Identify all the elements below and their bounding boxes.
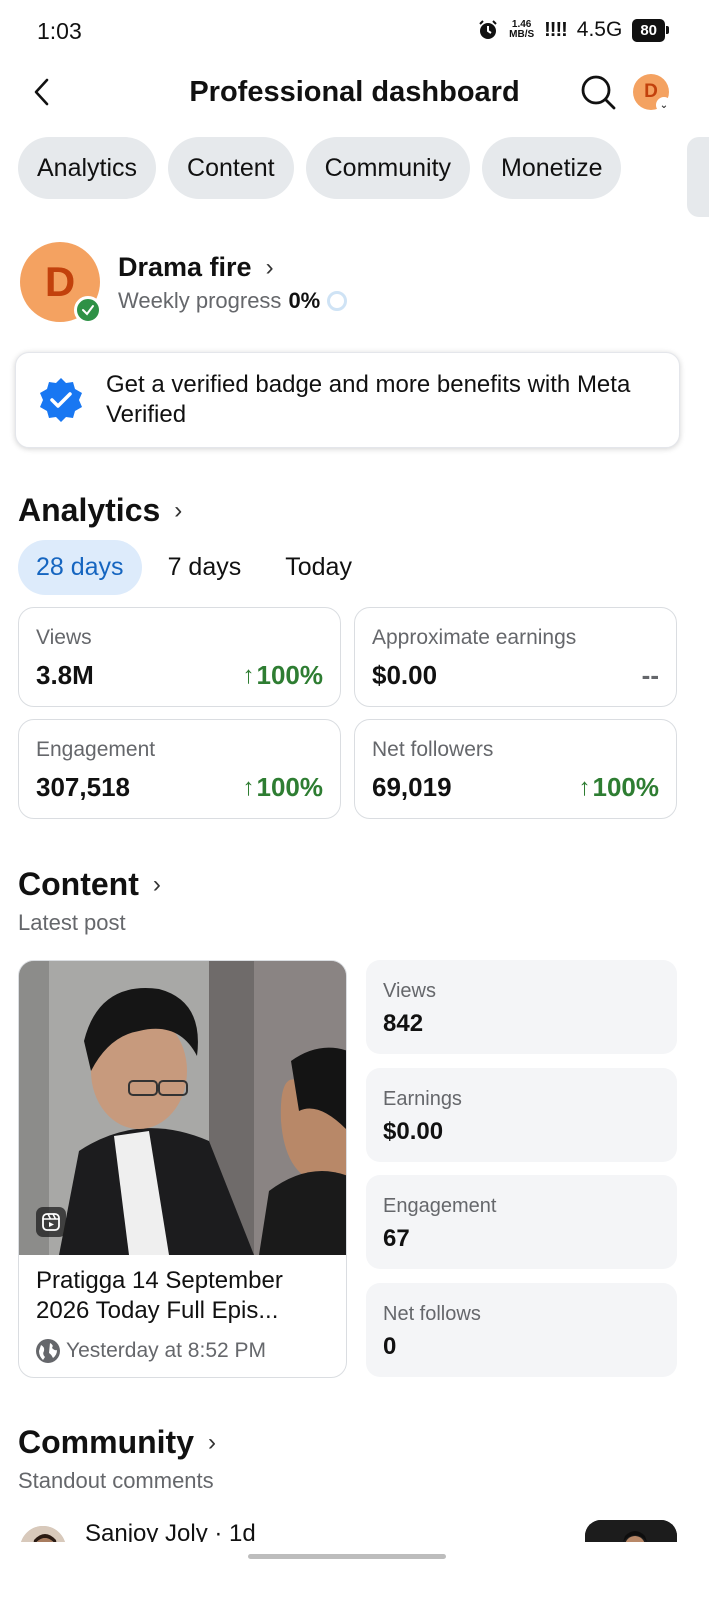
signal-icon: !!!! bbox=[544, 18, 568, 41]
latest-post-card[interactable]: Pratigga 14 September 2026 Today Full Ep… bbox=[18, 960, 347, 1378]
network-type: 4.5G bbox=[576, 18, 623, 41]
chevron-right-icon: › bbox=[265, 253, 274, 281]
tab-overflow-edge[interactable] bbox=[687, 137, 709, 217]
change-indicator: ↑ 100% bbox=[242, 660, 324, 690]
change-indicator: ↑ 100% bbox=[242, 772, 324, 802]
period-7-days[interactable]: 7 days bbox=[150, 540, 260, 595]
tab-analytics[interactable]: Analytics bbox=[18, 137, 157, 199]
post-title: Pratigga 14 September 2026 Today Full Ep… bbox=[36, 1267, 283, 1324]
battery-icon: 80 bbox=[632, 18, 669, 42]
tab-content[interactable]: Content bbox=[168, 137, 294, 199]
tab-community[interactable]: Community bbox=[305, 137, 471, 199]
profile-name[interactable]: Drama fire › bbox=[118, 252, 274, 283]
chevron-right-icon: › bbox=[208, 1428, 216, 1456]
reel-icon bbox=[36, 1207, 66, 1237]
content-subtitle: Latest post bbox=[18, 910, 126, 935]
tab-monetize[interactable]: Monetize bbox=[482, 137, 622, 199]
search-button[interactable] bbox=[578, 72, 618, 112]
profile-switcher-avatar[interactable]: D ⌄ bbox=[633, 74, 672, 113]
verified-badge-icon bbox=[40, 378, 82, 422]
alarm-icon bbox=[479, 20, 497, 39]
post-thumbnail bbox=[19, 961, 346, 1255]
meta-verified-text: Get a verified badge and more benefits w… bbox=[106, 371, 631, 428]
post-stat-views: Views 842 bbox=[366, 960, 677, 1054]
weekly-progress: Weekly progress 0% bbox=[118, 288, 348, 314]
period-selector: 28 days 7 days Today bbox=[18, 540, 370, 595]
profile-summary[interactable]: D Drama fire › Weekly progress 0% bbox=[20, 242, 680, 324]
arrow-up-icon: ↑ bbox=[578, 773, 591, 801]
arrow-up-icon: ↑ bbox=[242, 773, 255, 801]
period-today[interactable]: Today bbox=[267, 540, 370, 595]
post-stat-engagement: Engagement 67 bbox=[366, 1175, 677, 1269]
status-bar: 1:03 1.46 MB/S !!!! 4.5G 80 bbox=[0, 0, 709, 64]
post-stat-earnings: Earnings $0.00 bbox=[366, 1068, 677, 1162]
community-section-title[interactable]: Community › bbox=[18, 1424, 216, 1461]
chevron-right-icon: › bbox=[152, 870, 161, 898]
checkmark-icon bbox=[74, 296, 102, 324]
status-icons: 1.46 MB/S !!!! 4.5G 80 bbox=[477, 18, 669, 42]
globe-icon bbox=[36, 1339, 60, 1363]
change-indicator: ↑ 100% bbox=[578, 772, 660, 802]
meta-verified-card[interactable]: Get a verified badge and more benefits w… bbox=[15, 352, 680, 448]
arrow-up-icon: ↑ bbox=[242, 661, 255, 689]
progress-ring-icon bbox=[327, 291, 348, 311]
home-indicator[interactable] bbox=[248, 1554, 446, 1559]
post-meta: Yesterday at 8:52 PM bbox=[36, 1339, 266, 1363]
chevron-right-icon: › bbox=[174, 496, 183, 524]
app-header: Professional dashboard D ⌄ bbox=[0, 64, 709, 124]
period-28-days[interactable]: 28 days bbox=[18, 540, 142, 595]
dashboard-tabs: Analytics Content Community Monetize bbox=[18, 137, 622, 199]
network-speed: 1.46 MB/S bbox=[509, 19, 535, 40]
bottom-safe-area bbox=[0, 1542, 709, 1600]
stat-card-engagement[interactable]: Engagement 307,518 ↑ 100% bbox=[18, 719, 341, 819]
stat-card-views[interactable]: Views 3.8M ↑ 100% bbox=[18, 607, 341, 707]
chevron-down-icon: ⌄ bbox=[656, 97, 672, 113]
post-stat-net-follows: Net follows 0 bbox=[366, 1283, 677, 1377]
content-section-title[interactable]: Content › bbox=[18, 866, 161, 903]
community-subtitle: Standout comments bbox=[18, 1468, 214, 1493]
analytics-section-title[interactable]: Analytics › bbox=[18, 492, 182, 529]
status-time: 1:03 bbox=[37, 18, 82, 44]
search-icon bbox=[581, 75, 616, 110]
stat-card-approximate-earnings[interactable]: Approximate earnings $0.00 -- bbox=[354, 607, 677, 707]
stat-card-net-followers[interactable]: Net followers 69,019 ↑ 100% bbox=[354, 719, 677, 819]
change-indicator: -- bbox=[641, 660, 659, 690]
